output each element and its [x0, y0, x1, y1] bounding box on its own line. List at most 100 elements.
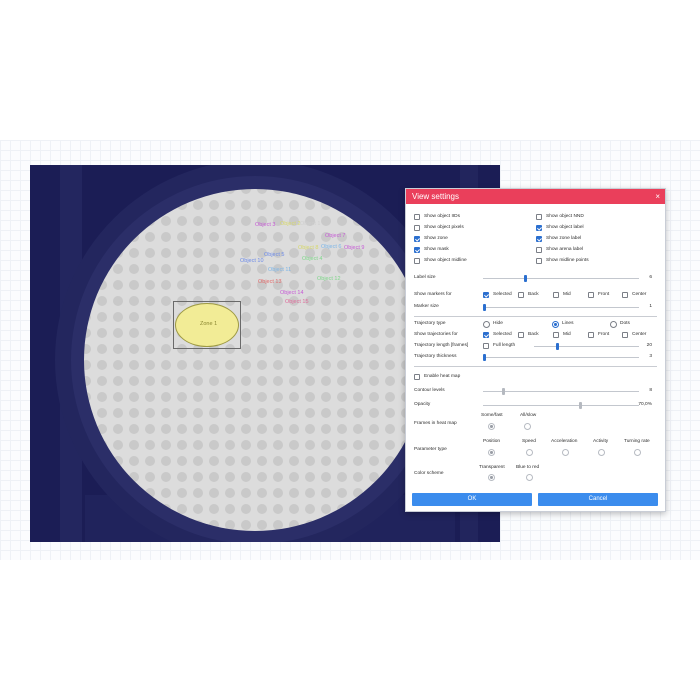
param-acceleration-radio[interactable] [562, 449, 569, 456]
trajectory-length-label: Trajectory length [frames] [414, 343, 469, 348]
markers-back-checkbox[interactable] [518, 292, 524, 298]
scheme-blue-to-red-label: Blue to red [516, 465, 540, 470]
show-arena-label-label: Show arena label [546, 247, 584, 252]
trajectory-thickness-slider[interactable] [483, 354, 639, 361]
marker-size-label: Marker size [414, 304, 439, 309]
markers-selected-label: Selected [493, 292, 512, 297]
color-scheme-label: Color scheme [414, 471, 444, 476]
opacity-value: 70,0% [638, 402, 652, 407]
marker-size-thumb[interactable] [483, 304, 486, 311]
contour-levels-slider[interactable] [483, 388, 639, 395]
trajectories-center-checkbox[interactable] [622, 332, 628, 338]
show-trajectories-label: Show trajectories for [414, 332, 458, 337]
trajectories-center-label: Center [632, 332, 647, 337]
param-speed-radio[interactable] [526, 449, 533, 456]
parameter-type-label: Parameter type [414, 447, 447, 452]
trajectory-length-thumb[interactable] [556, 343, 559, 350]
show-midline-points-label: Show midline points [546, 258, 589, 263]
show-object-nnd-checkbox[interactable] [536, 214, 542, 220]
show-zone-label: Show zone [424, 236, 448, 241]
trajectory-hide-radio[interactable] [483, 321, 490, 328]
label-size-thumb[interactable] [524, 275, 527, 282]
object-label: Object 5 [264, 252, 285, 258]
marker-size-value: 1 [649, 304, 652, 309]
contour-levels-thumb[interactable] [502, 388, 505, 395]
enable-heat-map-checkbox[interactable] [414, 374, 420, 380]
object-label: Object 4 [302, 256, 323, 262]
frames-some-fast-label: Some/fast [481, 413, 503, 418]
show-arena-label-checkbox[interactable] [536, 247, 542, 253]
divider [414, 316, 657, 317]
scheme-blue-to-red-radio[interactable] [526, 474, 533, 481]
markers-selected-checkbox[interactable] [483, 292, 489, 298]
contour-levels-label: Contour levels [414, 388, 445, 393]
frames-all-slow-label: All/slow [520, 413, 537, 418]
trajectories-front-checkbox[interactable] [588, 332, 594, 338]
trajectory-hide-label: Hide [493, 321, 503, 326]
markers-back-label: Back [528, 292, 539, 297]
markers-center-checkbox[interactable] [622, 292, 628, 298]
trajectories-front-label: Front [598, 332, 610, 337]
trajectories-back-checkbox[interactable] [518, 332, 524, 338]
label-size-slider[interactable] [483, 275, 639, 282]
frames-all-slow-radio[interactable] [524, 423, 531, 430]
show-object-pixels-checkbox[interactable] [414, 225, 420, 231]
object-label: Object 1 [300, 221, 321, 227]
trajectory-dots-radio[interactable] [610, 321, 617, 328]
view-settings-dialog: View settings × Show object IIDs Show ob… [405, 188, 666, 512]
markers-front-checkbox[interactable] [588, 292, 594, 298]
trajectory-thickness-label: Trajectory thickness [414, 354, 457, 359]
trajectories-selected-label: Selected [493, 332, 512, 337]
trajectory-thickness-thumb[interactable] [483, 354, 486, 361]
show-zone-checkbox[interactable] [414, 236, 420, 242]
show-object-midline-checkbox[interactable] [414, 258, 420, 264]
close-icon[interactable]: × [655, 189, 660, 204]
param-turning-rate-radio[interactable] [634, 449, 641, 456]
object-label: Object 3 [255, 222, 276, 228]
frames-some-fast-radio[interactable] [488, 423, 495, 430]
markers-mid-checkbox[interactable] [553, 292, 559, 298]
contour-levels-value: 8 [649, 388, 652, 393]
label-size-label: Label size [414, 275, 436, 280]
markers-center-label: Center [632, 292, 647, 297]
full-length-checkbox[interactable] [483, 343, 489, 349]
divider [414, 366, 657, 367]
show-mask-checkbox[interactable] [414, 247, 420, 253]
trajectories-mid-checkbox[interactable] [553, 332, 559, 338]
object-label: Object 7 [325, 233, 346, 239]
scheme-transparent-label: Transparent [479, 465, 505, 470]
zone-label: Zone 1 [200, 321, 218, 327]
opacity-slider[interactable] [483, 402, 639, 409]
param-activity-radio[interactable] [598, 449, 605, 456]
opacity-thumb[interactable] [579, 402, 582, 409]
trajectory-lines-radio[interactable] [552, 321, 559, 328]
object-label: Object 15 [285, 299, 309, 305]
trajectory-dots-label: Dots [620, 321, 630, 326]
trajectories-selected-checkbox[interactable] [483, 332, 489, 338]
trajectory-lines-label: Lines [562, 321, 574, 326]
trajectory-thickness-value: 3 [649, 354, 652, 359]
show-object-ids-checkbox[interactable] [414, 214, 420, 220]
object-label: Object 2 [280, 221, 301, 227]
show-zone-label-checkbox[interactable] [536, 236, 542, 242]
param-position-radio[interactable] [488, 449, 495, 456]
object-label: Object 11 [268, 267, 292, 273]
show-object-nnd-label: Show object NND [546, 214, 584, 219]
show-object-midline-label: Show object midline [424, 258, 467, 263]
frames-in-heat-map-label: Frames in heat map [414, 421, 457, 426]
show-object-label-label: Show object label [546, 225, 584, 230]
enable-heat-map-label: Enable heat map [424, 374, 461, 379]
ok-button[interactable]: OK [412, 493, 532, 506]
markers-mid-label: Mid [563, 292, 571, 297]
scheme-transparent-radio[interactable] [488, 474, 495, 481]
show-midline-points-checkbox[interactable] [536, 258, 542, 264]
dialog-title-bar: View settings × [406, 189, 665, 204]
cancel-button[interactable]: Cancel [538, 493, 658, 506]
marker-size-slider[interactable] [483, 304, 639, 311]
object-label: Object 13 [258, 279, 282, 285]
show-object-label-checkbox[interactable] [536, 225, 542, 231]
show-zone-label-label: Show zone label [546, 236, 582, 241]
trajectory-length-slider[interactable] [534, 343, 639, 350]
object-label: Object 12 [317, 276, 341, 282]
opacity-label: Opacity [414, 402, 431, 407]
